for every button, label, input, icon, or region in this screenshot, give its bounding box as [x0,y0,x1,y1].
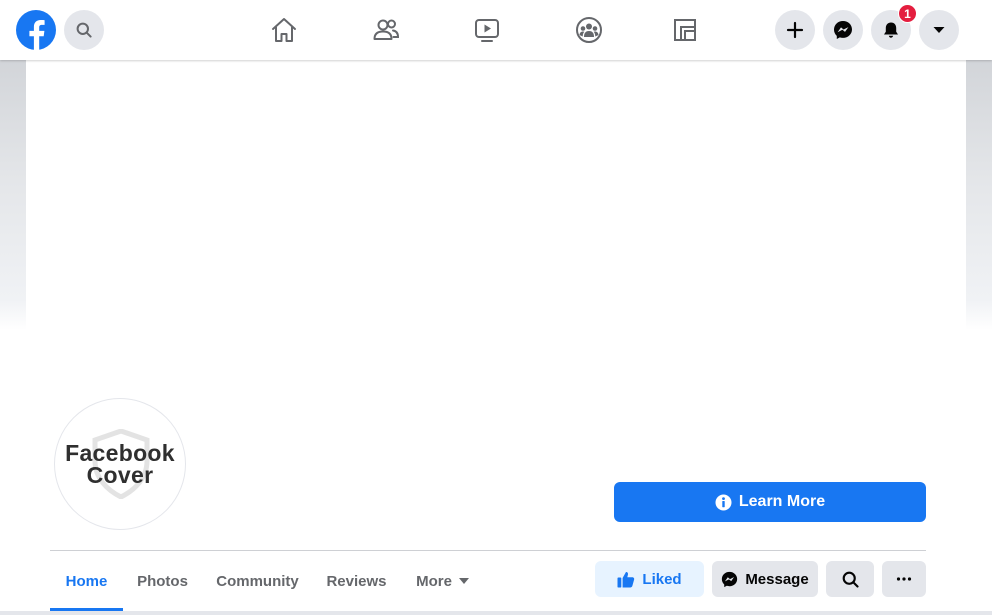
nav-tab-gaming[interactable] [640,0,730,60]
tab-label: More [416,572,452,590]
info-icon [715,494,732,510]
caret-down-icon [933,27,945,33]
more-options-button[interactable] [882,561,926,597]
liked-button[interactable]: Liked [595,561,704,597]
search-button[interactable] [64,10,104,50]
tab-label: Home [65,572,108,590]
create-button[interactable] [775,10,815,50]
tab-reviews[interactable]: Reviews [317,551,396,611]
gaming-icon [674,19,696,41]
home-icon [272,18,296,42]
learn-more-label: Learn More [738,493,826,510]
top-navigation-bar: 1 [0,0,992,60]
nav-tab-home[interactable] [239,0,329,60]
learn-more-button[interactable]: Learn More [614,482,926,522]
tab-label: Reviews [326,572,387,590]
tab-home[interactable]: Home [50,551,123,611]
ellipsis-icon [896,577,912,581]
facebook-logo-icon[interactable] [16,10,56,50]
avatar-text-line2: Cover [86,462,154,488]
groups-icon [576,17,602,43]
page-search-button[interactable] [826,561,874,597]
notification-count-badge: 1 [898,4,917,23]
account-menu-button[interactable] [919,10,959,50]
message-label: Message [745,570,809,588]
liked-label: Liked [642,570,682,588]
notifications-button[interactable]: 1 [871,4,917,50]
thumbs-up-icon [617,571,635,587]
page-bottom-edge [0,611,992,615]
nav-tab-watch[interactable] [442,0,532,60]
profile-picture[interactable]: Facebook Cover [54,398,186,530]
friends-icon [373,19,400,40]
message-button[interactable]: Message [712,561,818,597]
tab-label: Community [216,572,299,590]
search-icon [76,22,92,38]
tab-label: Photos [137,572,188,590]
messenger-icon [722,571,738,587]
nav-tab-friends[interactable] [341,0,431,60]
messenger-icon [834,21,852,39]
bell-icon [884,22,898,38]
plus-icon [786,21,804,39]
tab-more[interactable]: More [404,551,482,611]
search-icon [842,571,859,588]
tab-photos[interactable]: Photos [127,551,198,611]
avatar-text-line1: Facebook [65,440,175,466]
caret-down-icon [458,578,469,584]
messenger-button[interactable] [823,10,863,50]
video-icon [475,19,499,42]
tab-community[interactable]: Community [206,551,309,611]
nav-tab-groups[interactable] [544,0,634,60]
